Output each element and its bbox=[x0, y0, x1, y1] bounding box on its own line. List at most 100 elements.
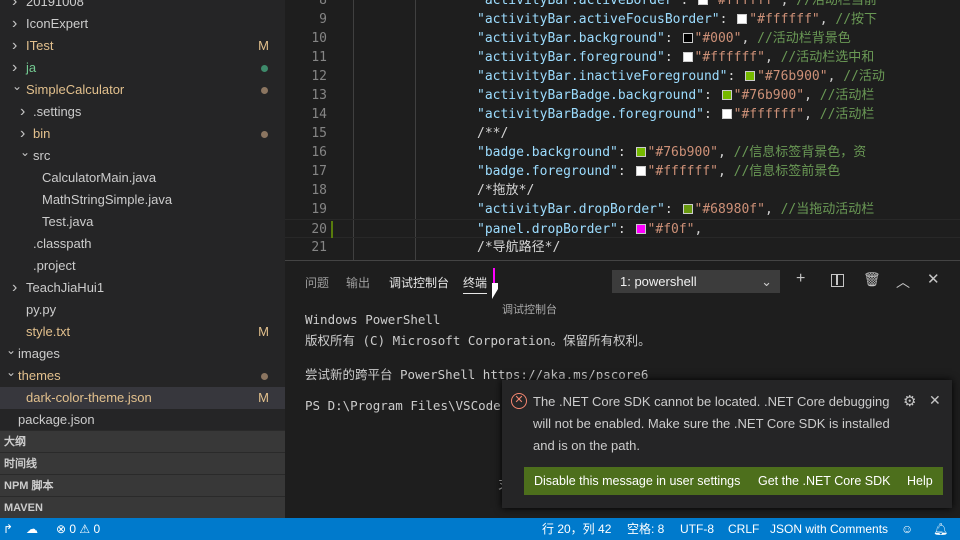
language-mode[interactable]: JSON with Comments bbox=[770, 518, 888, 540]
tab-output[interactable]: 输出 bbox=[346, 274, 370, 291]
code-line: 17 "badge.foreground": "#ffffff", //信息标签前… bbox=[285, 162, 960, 181]
gear-icon[interactable]: ⚙ bbox=[903, 392, 916, 410]
tree-item[interactable]: ⌄ SimpleCalculator bbox=[0, 79, 285, 101]
chevron-down-icon: ⌄ bbox=[6, 343, 17, 357]
terminal-prompt[interactable]: PS D:\Program Files\VSCode-w bbox=[305, 398, 516, 413]
line-number: 13 bbox=[311, 88, 327, 103]
chevron-right-icon: › bbox=[12, 279, 18, 296]
trash-icon[interactable]: 🗑 bbox=[863, 271, 881, 288]
get-sdk-button[interactable]: Get the .NET Core SDK bbox=[748, 467, 901, 495]
tree-item[interactable]: › bin bbox=[0, 123, 285, 145]
notification-toast: ✕ The .NET Core SDK cannot be located. .… bbox=[502, 380, 952, 508]
tree-item[interactable]: › TeachJiaHui1 bbox=[0, 277, 285, 299]
json-key: "activityBar.activeFocusBorder" bbox=[477, 12, 720, 27]
tree-item[interactable]: ⌄ src bbox=[0, 145, 285, 167]
color-swatch[interactable] bbox=[682, 52, 693, 62]
section-timeline[interactable]: 时间线 bbox=[0, 452, 285, 474]
tree-item[interactable]: py.py bbox=[0, 299, 285, 321]
chevron-right-icon: › bbox=[12, 0, 18, 10]
color-swatch[interactable] bbox=[721, 109, 732, 119]
json-value: "#76b900" bbox=[757, 69, 828, 84]
line-number: 10 bbox=[311, 31, 327, 46]
code-line: 8 "activityBar.activeBorder": "#ffffff", … bbox=[285, 0, 960, 10]
code-line: 13 "activityBarBadge.background": "#76b90… bbox=[285, 86, 960, 105]
git-status-dot bbox=[261, 65, 268, 72]
color-swatch[interactable] bbox=[698, 0, 709, 5]
tree-item[interactable]: package.json bbox=[0, 409, 285, 431]
tree-item-label: ITest bbox=[26, 38, 54, 53]
json-value: "#000" bbox=[694, 31, 742, 46]
tree-item[interactable]: Test.java bbox=[0, 211, 285, 233]
line-ending[interactable]: CRLF bbox=[728, 518, 759, 540]
color-swatch[interactable] bbox=[635, 224, 646, 234]
tree-item-label: 20191008 bbox=[26, 0, 84, 9]
line-number: 16 bbox=[311, 145, 327, 160]
terminal-select[interactable]: 1: powershell ⌄ bbox=[612, 270, 780, 293]
chevron-down-icon: ⌄ bbox=[12, 79, 23, 93]
tab-problems[interactable]: 问题 bbox=[305, 274, 329, 291]
tree-item-label: package.json bbox=[18, 412, 95, 427]
tree-item[interactable]: dark-color-theme.json M bbox=[0, 387, 285, 409]
color-swatch[interactable] bbox=[721, 90, 732, 100]
drag-tooltip: 调试控制台 bbox=[502, 304, 557, 316]
tab-debug-console[interactable]: 调试控制台 bbox=[389, 274, 449, 291]
tree-item[interactable]: ⌄ themes bbox=[0, 365, 285, 387]
tree-item[interactable]: › 20191008 bbox=[0, 0, 285, 13]
tree-item[interactable]: › ja bbox=[0, 57, 285, 79]
new-terminal-icon[interactable]: + bbox=[796, 270, 805, 288]
tree-item[interactable]: CalculatorMain.java bbox=[0, 167, 285, 189]
sync-icon[interactable]: ☁ bbox=[26, 518, 38, 540]
code-line: 9 "activityBar.activeFocusBorder": "#ffff… bbox=[285, 10, 960, 29]
tree-item[interactable]: MathStringSimple.java bbox=[0, 189, 285, 211]
line-number: 20 bbox=[311, 222, 327, 237]
explorer-sidebar: › 20191008 › IconExpert › ITest M › ja ⌄ SimpleCal… bbox=[0, 0, 285, 518]
problems-indicator[interactable]: ⊗ 0 ⚠ 0 bbox=[56, 518, 100, 540]
chevron-right-icon: › bbox=[20, 103, 26, 120]
feedback-icon[interactable]: ☺ bbox=[901, 518, 913, 540]
comment: //按下 bbox=[835, 12, 878, 27]
indentation[interactable]: 空格: 8 bbox=[627, 518, 664, 540]
comment: //信息标签背景色，资 bbox=[733, 145, 867, 160]
tree-item[interactable]: style.txt M bbox=[0, 321, 285, 343]
git-status-dot bbox=[261, 87, 268, 94]
remote-icon[interactable]: ↱ bbox=[3, 518, 13, 540]
json-value: "#ffffff" bbox=[694, 50, 765, 65]
close-icon[interactable]: ✕ bbox=[929, 392, 941, 409]
color-swatch[interactable] bbox=[635, 166, 646, 176]
json-value: "#f0f" bbox=[647, 222, 695, 237]
cursor-position[interactable]: 行 20，列 42 bbox=[542, 518, 611, 540]
split-terminal-icon[interactable] bbox=[831, 274, 844, 287]
code-line: 16 "badge.background": "#76b900", //信息标签背… bbox=[285, 143, 960, 162]
chevron-up-icon[interactable]: ︿ bbox=[896, 272, 910, 292]
json-value: "#ffffff" bbox=[749, 12, 820, 27]
section-outline[interactable]: 大纲 bbox=[0, 430, 285, 452]
chevron-down-icon: ⌄ bbox=[6, 365, 17, 379]
tab-terminal[interactable]: 终端 bbox=[463, 274, 488, 294]
section-npm-scripts[interactable]: NPM 脚本 bbox=[0, 474, 285, 496]
color-swatch[interactable] bbox=[682, 33, 693, 43]
tree-item[interactable]: .classpath bbox=[0, 233, 285, 255]
line-number: 12 bbox=[311, 69, 327, 84]
code-line: 14 "activityBarBadge.foreground": "#fffff… bbox=[285, 105, 960, 124]
terminal-select-value: 1: powershell bbox=[620, 274, 697, 289]
code-editor[interactable]: 8 "activityBar.activeBorder": "#ffffff", … bbox=[285, 0, 960, 260]
code-line: 20 "panel.dropBorder": "#f0f", bbox=[285, 219, 960, 238]
comment: //活动栏当前 bbox=[796, 0, 877, 8]
comment: //活动 bbox=[843, 69, 885, 84]
color-swatch[interactable] bbox=[745, 71, 756, 81]
color-swatch[interactable] bbox=[737, 14, 748, 24]
help-button[interactable]: Help bbox=[897, 467, 943, 495]
bell-icon[interactable]: 🔔︎ bbox=[933, 518, 948, 540]
encoding[interactable]: UTF-8 bbox=[680, 518, 714, 540]
tree-item[interactable]: › IconExpert bbox=[0, 13, 285, 35]
tree-item[interactable]: .project bbox=[0, 255, 285, 277]
disable-message-button[interactable]: Disable this message in user settings bbox=[524, 467, 751, 495]
color-swatch[interactable] bbox=[635, 147, 646, 157]
close-icon[interactable]: ✕ bbox=[927, 270, 940, 288]
code-line: 15 /**/ bbox=[285, 124, 960, 143]
color-swatch[interactable] bbox=[682, 204, 693, 214]
tree-item[interactable]: › .settings bbox=[0, 101, 285, 123]
tree-item[interactable]: ⌄ images bbox=[0, 343, 285, 365]
tree-item[interactable]: › ITest M bbox=[0, 35, 285, 57]
section-maven[interactable]: MAVEN bbox=[0, 496, 285, 518]
